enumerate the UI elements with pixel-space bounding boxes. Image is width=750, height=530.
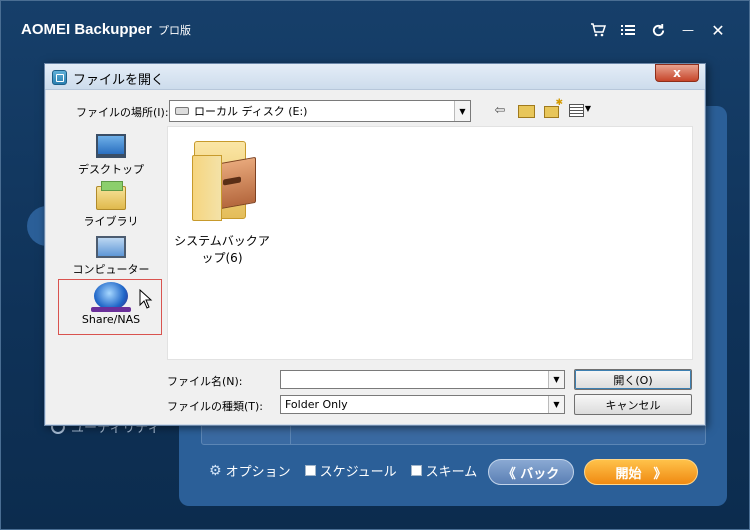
dialog-titlebar[interactable]: ファイルを開く x [45, 64, 705, 90]
place-library[interactable]: ライブラリ [59, 181, 163, 229]
place-label: デスクトップ [78, 163, 144, 176]
look-in-label: ファイルの場所(I): [76, 106, 169, 119]
scheme-label: スキーム [425, 465, 478, 480]
options-label: オプション [225, 465, 291, 480]
close-button[interactable]: ✕ [709, 21, 727, 40]
file-name-label: ファイル名(N): [167, 375, 243, 388]
cancel-button[interactable]: キャンセル [574, 394, 692, 415]
schedule-label: スケジュール [319, 465, 397, 480]
gear-icon: ⚙ [209, 462, 222, 479]
folder-up-icon[interactable] [517, 102, 535, 118]
file-list[interactable]: システムバックアップ(6) [167, 126, 693, 360]
app-name: AOMEI Backupper [21, 21, 152, 38]
desktop-icon [96, 134, 126, 158]
start-label: 開始 [615, 466, 642, 482]
file-type-label: ファイルの種類(T): [167, 400, 264, 413]
cart-icon[interactable] [589, 21, 607, 39]
file-name: システムバックアップ(6) [174, 234, 270, 265]
minimize-button[interactable]: — [679, 21, 697, 39]
refresh-icon[interactable] [649, 21, 667, 39]
place-desktop[interactable]: デスクトップ [59, 130, 163, 177]
chevron-down-icon[interactable]: ▼ [454, 101, 470, 121]
chevron-down-icon[interactable]: ▼ [548, 396, 564, 413]
menu-icon[interactable] [619, 21, 637, 39]
open-button[interactable]: 開く(O) [574, 369, 692, 390]
folder-icon [190, 135, 256, 223]
new-folder-icon[interactable] [543, 98, 563, 118]
dialog-toolbar: ⇦ [491, 98, 591, 118]
schedule-checkbox[interactable] [304, 465, 316, 476]
list-item[interactable]: システムバックアップ(6) [172, 135, 272, 267]
look-in-value: ローカル ディスク (E:) [194, 105, 308, 118]
start-arrow: 》 [653, 466, 667, 482]
options-link[interactable]: ⚙ オプション [209, 461, 291, 481]
window-controls: — ✕ [589, 21, 727, 40]
file-name-input[interactable]: ▼ [280, 370, 565, 389]
back-button[interactable]: 《 バック [488, 459, 574, 485]
place-computer[interactable]: コンピューター [59, 232, 163, 277]
look-in-dropdown[interactable]: ローカル ディスク (E:) ▼ [169, 100, 471, 122]
chevron-down-icon[interactable]: ▼ [548, 371, 564, 388]
dialog-title: ファイルを開く [73, 73, 165, 88]
scheme-option[interactable]: スキーム [410, 461, 478, 480]
start-button[interactable]: 開始 》 [584, 459, 698, 485]
dialog-close-button[interactable]: x [655, 64, 699, 82]
file-type-select[interactable]: Folder Only ▼ [280, 395, 565, 414]
place-label: ライブラリ [83, 215, 139, 228]
app-edition: プロ版 [158, 25, 192, 37]
drive-icon [175, 107, 189, 115]
open-file-dialog: ファイルを開く x ファイルの場所(I): ローカル ディスク (E:) ▼ ⇦… [44, 63, 706, 426]
schedule-option[interactable]: スケジュール [304, 461, 397, 480]
back-arrow-icon[interactable]: ⇦ [491, 102, 509, 118]
scheme-checkbox[interactable] [410, 465, 422, 476]
app-title: AOMEI Backupper プロ版 [21, 21, 191, 38]
library-icon [96, 181, 126, 210]
file-type-value: Folder Only [285, 398, 348, 411]
view-menu-icon[interactable] [569, 102, 591, 118]
place-label: コンピューター [72, 263, 150, 276]
mouse-cursor-icon [139, 289, 153, 309]
computer-icon [96, 236, 126, 258]
bottom-options: ⚙ オプション スケジュール スキーム [209, 461, 478, 481]
dialog-app-icon [52, 70, 67, 85]
